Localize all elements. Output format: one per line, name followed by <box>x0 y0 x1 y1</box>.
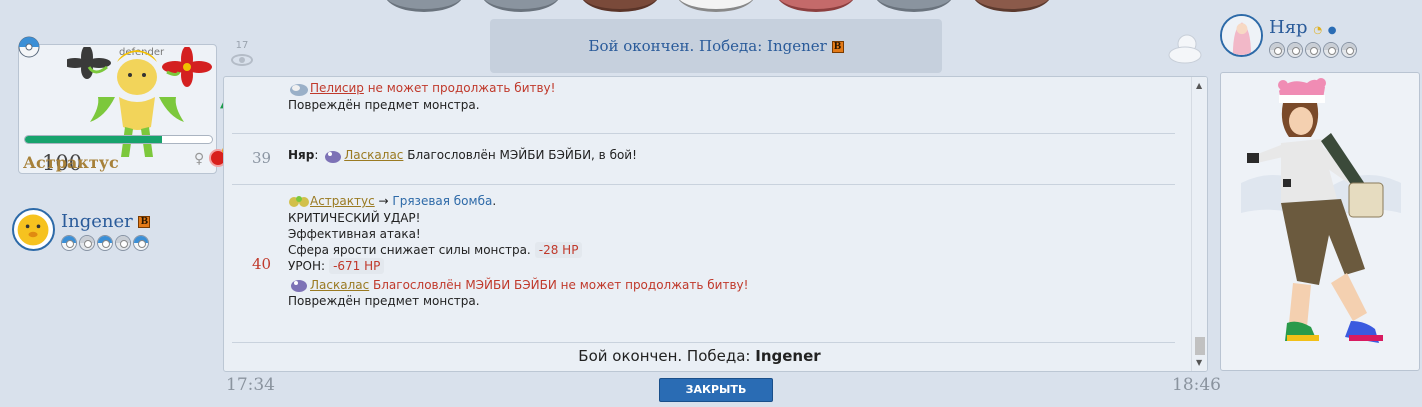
tab-shape[interactable] <box>581 0 659 12</box>
divider <box>232 342 1175 343</box>
log-line: Пелисир не может продолжать битву! <box>288 80 1183 97</box>
battle-result-header: Бой окончен. Победа: Ingener B <box>490 19 942 73</box>
log-line: Ласкалас Благословлён МЭЙБИ БЭЙБИ не мож… <box>288 277 1183 294</box>
log-text: Благословлён МЭЙБИ БЭЙБИ не может продол… <box>369 277 749 292</box>
log-entry-body: Няр: Ласкалас Благословлён МЭЙБИ БЭЙБИ, … <box>288 148 637 163</box>
spectator-count: 17 <box>235 40 249 51</box>
log-text: не может продолжать битву! <box>363 81 556 95</box>
damage-tag: -671 HP <box>329 257 385 274</box>
status-dot-icon: ● <box>1327 25 1337 36</box>
hp-bar-fill <box>25 136 162 143</box>
pokeball-icon <box>18 36 40 58</box>
weather-cloud-icon <box>1168 34 1202 64</box>
move-link[interactable]: Грязевая бомба <box>392 194 492 208</box>
monster-sprite <box>67 47 212 157</box>
opponent-avatar[interactable] <box>1220 14 1263 57</box>
log-line: Эффективная атака! <box>288 226 421 241</box>
turn-number: 39 <box>252 149 272 167</box>
scroll-up-icon[interactable]: ▲ <box>1196 81 1202 90</box>
monster-mini-icon <box>325 150 342 163</box>
hp-bar <box>24 135 213 144</box>
battle-log[interactable]: Пелисир не может продолжать битву! Повре… <box>223 76 1208 372</box>
tab-shape[interactable] <box>385 0 463 12</box>
log-line: КРИТИЧЕСКИЙ УДАР! <box>288 210 421 225</box>
hp-change-tag: -28 HP <box>534 241 583 258</box>
opponent-name-text: Няр <box>1269 17 1308 38</box>
scroll-thumb[interactable] <box>1195 337 1205 355</box>
log-line: УРОН: -671 HP <box>288 257 1183 274</box>
pokeball-icon <box>1287 42 1303 58</box>
log-line: Повреждён предмет монстра. <box>288 97 480 112</box>
pokeball-icon <box>115 235 131 251</box>
female-gender-icon: ♀ <box>194 151 205 167</box>
log-line: Астрактус → Грязевая бомба. <box>288 193 1183 210</box>
monster-name: Астрактус <box>23 153 119 172</box>
log-text: УРОН: <box>288 258 326 273</box>
time-left: 17:34 <box>226 375 275 395</box>
player-avatar[interactable] <box>12 208 55 251</box>
log-text: Благословлён МЭЙБИ БЭЙБИ, в бой! <box>403 148 637 162</box>
log-text: . <box>492 194 497 208</box>
pokeball-icon <box>97 235 113 251</box>
tab-shape[interactable] <box>482 0 560 12</box>
log-entry-body: Пелисир не может продолжать битву! Повре… <box>288 80 1183 113</box>
avatar-image <box>1222 16 1261 55</box>
monster-link[interactable]: Ласкалас <box>344 148 403 162</box>
time-right: 18:46 <box>1172 375 1221 395</box>
pokeball-icon <box>1269 42 1285 58</box>
divider <box>232 184 1175 185</box>
pokeball-icon <box>1323 42 1339 58</box>
online-status-icon: ◔ <box>1313 25 1323 36</box>
scroll-down-icon[interactable]: ▼ <box>1196 358 1202 367</box>
final-prefix: Бой окончен. Победа: <box>578 347 756 365</box>
turn-number: 40 <box>252 255 272 273</box>
active-monster-card[interactable]: defender ▲ 100 Астрактус ♀ <box>18 44 229 175</box>
close-button[interactable]: ЗАКРЫТЬ <box>659 378 773 402</box>
log-entry-body: Астрактус → Грязевая бомба. КРИТИЧЕСКИЙ … <box>288 193 1183 309</box>
avatar-image <box>17 214 49 246</box>
tab-shape[interactable] <box>973 0 1051 12</box>
battle-log-content: Пелисир не может продолжать битву! Повре… <box>224 77 1191 371</box>
battle-result-text: Бой окончен. Победа: Ingener <box>588 37 827 55</box>
tab-shape[interactable] <box>777 0 855 12</box>
log-scrollbar[interactable]: ▲ ▼ <box>1191 77 1207 371</box>
arrow: → <box>374 194 393 208</box>
tab-shape[interactable] <box>875 0 953 12</box>
monster-link[interactable]: Ласкалас <box>310 278 369 292</box>
rank-badge-icon: B <box>138 216 151 228</box>
divider <box>232 133 1175 134</box>
monster-link[interactable]: Астрактус <box>310 194 375 208</box>
pokeball-icon <box>1341 42 1357 58</box>
pokeball-icon <box>133 235 149 251</box>
rank-badge-icon: B <box>831 41 844 53</box>
trainer-card <box>1220 72 1420 371</box>
opponent-team-pokeballs <box>1269 42 1357 58</box>
monster-link[interactable]: Пелисир <box>310 81 364 95</box>
pokeball-icon <box>79 235 95 251</box>
speaker-name: Няр <box>288 148 315 162</box>
log-line: Сфера ярости снижает силы монстра. -28 HP <box>288 241 1183 258</box>
battle-final-result: Бой окончен. Победа: Ingener <box>224 347 1175 365</box>
tab-shape[interactable] <box>677 0 755 12</box>
eye-icon <box>231 54 253 66</box>
pokeball-icon <box>1305 42 1321 58</box>
player-name[interactable]: Ingener B <box>61 211 151 232</box>
spectators: 17 <box>230 40 254 66</box>
monster-mini-icon <box>291 280 307 292</box>
log-text: Сфера ярости снижает силы монстра. <box>288 242 531 257</box>
log-line: Повреждён предмет монстра. <box>288 294 480 308</box>
monster-mini-icon <box>290 83 308 96</box>
monster-mini-icon <box>289 195 309 207</box>
pokeball-icon <box>61 235 77 251</box>
player-name-text: Ingener <box>61 211 133 232</box>
team-pokeballs <box>61 235 149 251</box>
trainer-sprite <box>1241 78 1401 343</box>
final-winner: Ingener <box>755 347 821 365</box>
opponent-name[interactable]: Няр ◔ ● <box>1269 17 1337 38</box>
